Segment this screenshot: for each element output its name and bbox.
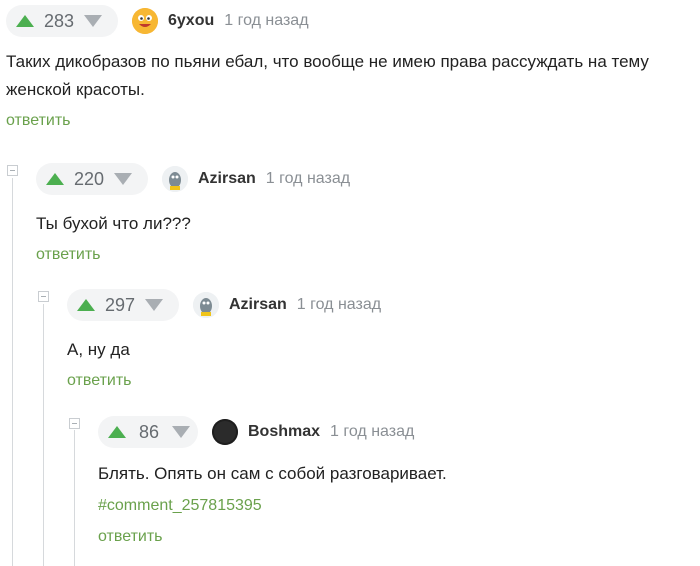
comment-header: 283 6yxou 1 год назад [6,2,700,40]
comment-text: Таких дикобразов по пьяни ебал, что вооб… [6,52,649,99]
reply-link[interactable]: ответить [36,246,700,264]
score: 283 [44,10,75,31]
cartoon-avatar-icon [193,292,219,318]
thread-line-level-2 [43,304,44,566]
timestamp: 1 год назад [265,170,351,187]
reply-link[interactable]: ответить [6,112,700,130]
vote-control: 86 [98,416,198,448]
upvote-icon[interactable] [16,15,34,27]
upvote-icon[interactable] [77,299,95,311]
comment-header: 86 Boshmax 1 год назад [98,413,700,451]
collapse-toggle[interactable] [69,418,80,429]
vote-control: 297 [67,289,179,321]
comment: 86 Boshmax 1 год назад Блять. Опять он с… [98,413,700,546]
avatar[interactable] [193,292,219,318]
timestamp: 1 год назад [296,296,382,313]
thread-line-level-3 [74,430,75,566]
upvote-icon[interactable] [108,426,126,438]
collapse-toggle[interactable] [38,291,49,302]
reply-link[interactable]: ответить [67,372,700,390]
downvote-icon[interactable] [172,426,190,438]
downvote-icon[interactable] [84,15,103,27]
comment-anchor-link[interactable]: #comment_257815395 [98,492,700,520]
comment-header: 220 Azirsan 1 год назад [36,160,700,198]
dark-circle-avatar-icon [212,419,238,445]
timestamp: 1 год назад [224,12,309,29]
comment-text: А, ну да [67,340,130,359]
username[interactable]: Azirsan [198,170,256,188]
vote-control: 220 [36,163,148,195]
score: 220 [74,168,105,189]
comment-header: 297 Azirsan 1 год назад [67,286,700,324]
collapse-toggle[interactable] [7,165,18,176]
comment: 220 Azirsan 1 год назад Ты бухой что ли?… [36,160,700,264]
comment-text: Блять. Опять он сам с собой разговаривае… [98,464,447,483]
upvote-icon[interactable] [46,173,64,185]
reply-link[interactable]: ответить [98,528,700,546]
comment-text: Ты бухой что ли??? [36,214,191,233]
avatar[interactable] [212,419,238,445]
avatar[interactable] [162,166,188,192]
downvote-icon[interactable] [114,173,133,185]
username[interactable]: Boshmax [248,423,320,441]
cartoon-avatar-icon [162,166,188,192]
score: 86 [138,421,160,442]
username[interactable]: Azirsan [229,296,287,314]
timestamp: 1 год назад [330,423,415,440]
comment: 283 6yxou 1 год назад Таких дикобразов п… [6,2,700,130]
username[interactable]: 6yxou [168,12,214,30]
avatar[interactable] [132,8,158,34]
downvote-icon[interactable] [145,299,164,311]
emoji-face-icon [132,8,158,34]
vote-control: 283 [6,5,118,37]
comment: 297 Azirsan 1 год назад А, ну да ответит… [67,286,700,390]
thread-line-level-1 [12,178,13,566]
score: 297 [105,294,136,315]
